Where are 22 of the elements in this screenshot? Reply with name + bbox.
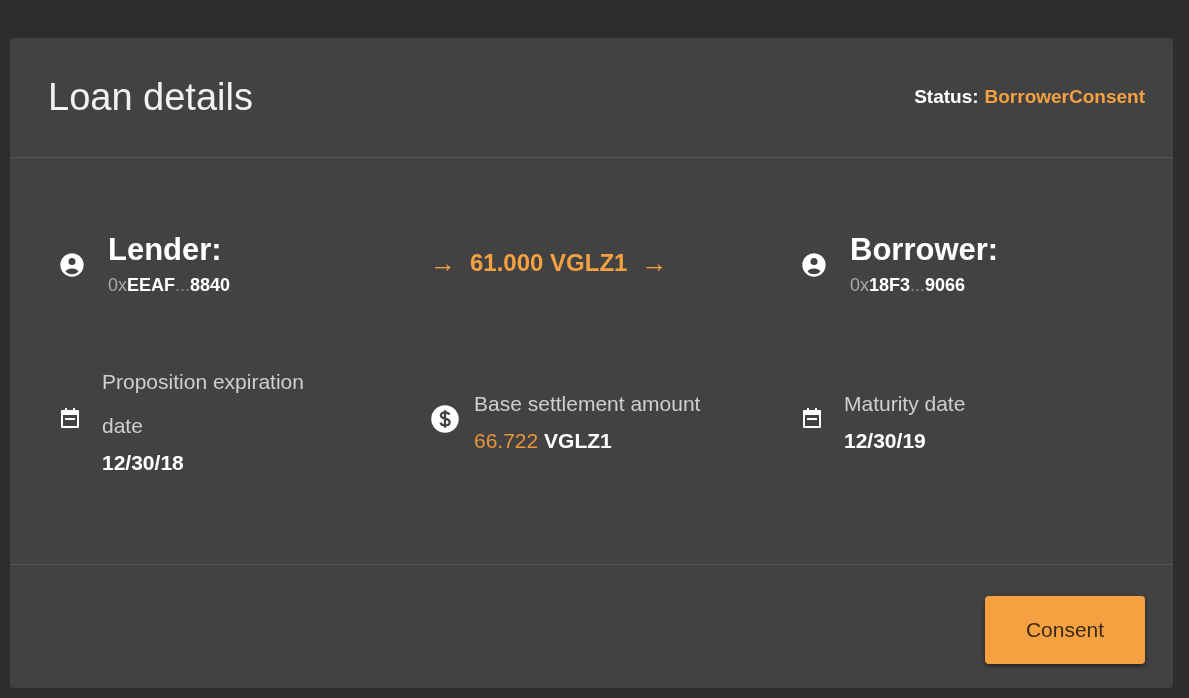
consent-button[interactable]: Consent bbox=[985, 595, 1145, 664]
person-icon bbox=[58, 251, 86, 279]
card-title: Loan details bbox=[48, 75, 253, 120]
party-label: Borrower: bbox=[850, 231, 999, 269]
detail-value: 12/30/18 bbox=[102, 450, 185, 476]
status-value: BorrowerConsent bbox=[984, 85, 1145, 110]
detail-label: Maturity date bbox=[844, 391, 967, 417]
party-label: Lender: bbox=[108, 231, 223, 269]
address-text: 0xEEAF...8840 bbox=[108, 274, 231, 297]
detail-label: Proposition expiration date bbox=[102, 369, 305, 439]
detail-label: Base settlement amount bbox=[474, 391, 702, 417]
dollar-icon bbox=[430, 404, 460, 434]
status-label: Status: bbox=[914, 85, 979, 110]
transfer-amount: 61.000 VGLZ1 bbox=[470, 248, 628, 278]
person-icon bbox=[800, 251, 828, 279]
detail-value: 66.722 VGLZ1 bbox=[474, 428, 613, 454]
arrow-icon: → bbox=[641, 243, 668, 283]
address-text: 0x18F3...9066 bbox=[850, 274, 967, 297]
calendar-icon bbox=[800, 407, 824, 431]
detail-value: 12/30/19 bbox=[844, 428, 927, 454]
arrow-icon: → bbox=[430, 243, 456, 283]
calendar-icon bbox=[58, 407, 82, 431]
